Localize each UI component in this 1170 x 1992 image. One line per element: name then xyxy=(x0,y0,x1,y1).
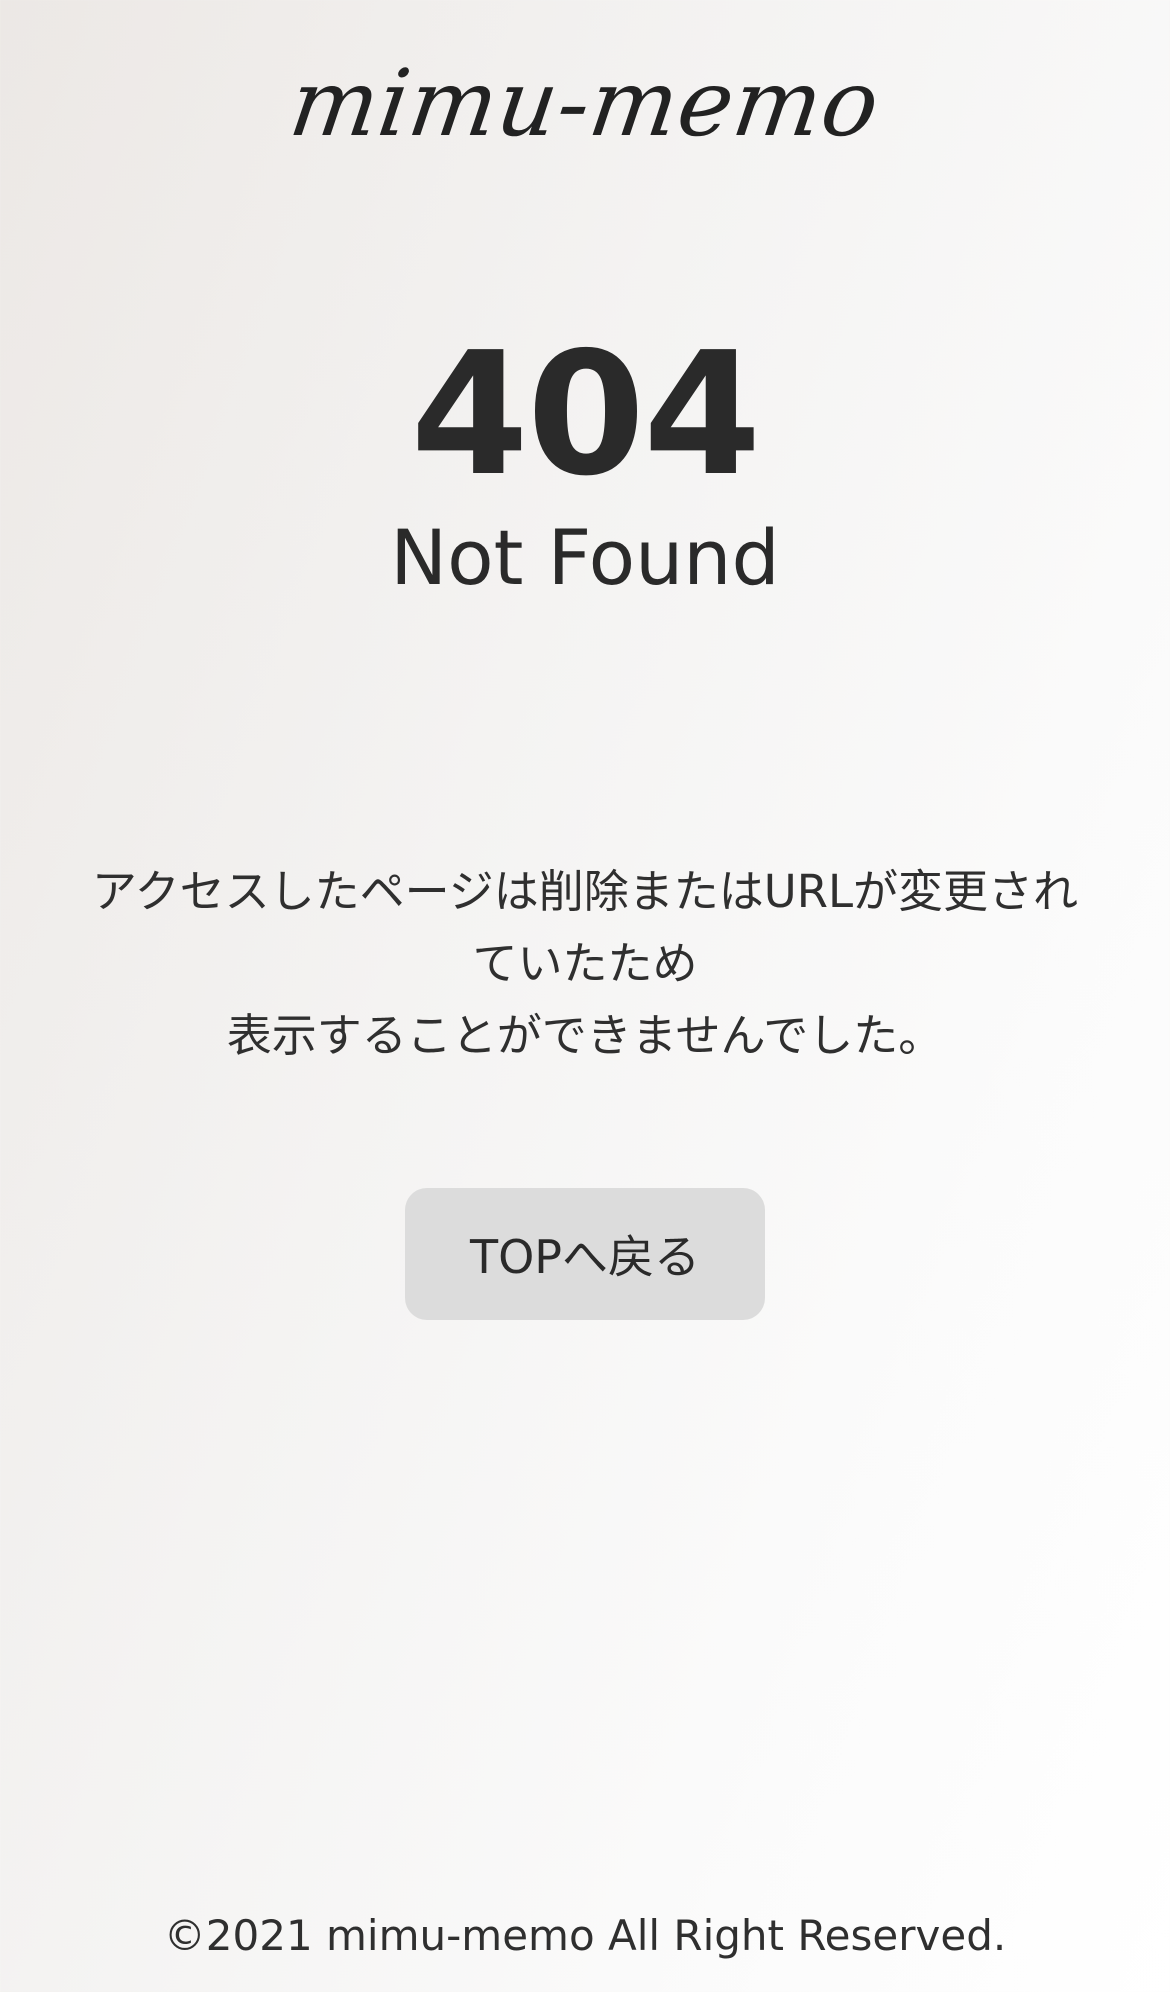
footer-copyright: ©2021 mimu-memo All Right Reserved. xyxy=(163,1911,1007,1960)
back-to-top-button[interactable]: TOPへ戻る xyxy=(405,1188,765,1320)
error-title: Not Found xyxy=(390,513,780,602)
error-message: アクセスしたページは削除またはURLが変更され ていたため 表示することができま… xyxy=(40,856,1130,1072)
error-message-line: 表示することができませんでした。 xyxy=(226,1009,944,1062)
error-message-line: アクセスしたページは削除またはURLが変更され xyxy=(91,865,1079,918)
error-code: 404 xyxy=(410,316,762,514)
error-page: mimu-memo 404 Not Found アクセスしたページは削除またはU… xyxy=(0,0,1170,1992)
error-message-line: ていたため xyxy=(472,937,698,990)
site-logo[interactable]: mimu-memo xyxy=(0,50,1170,157)
